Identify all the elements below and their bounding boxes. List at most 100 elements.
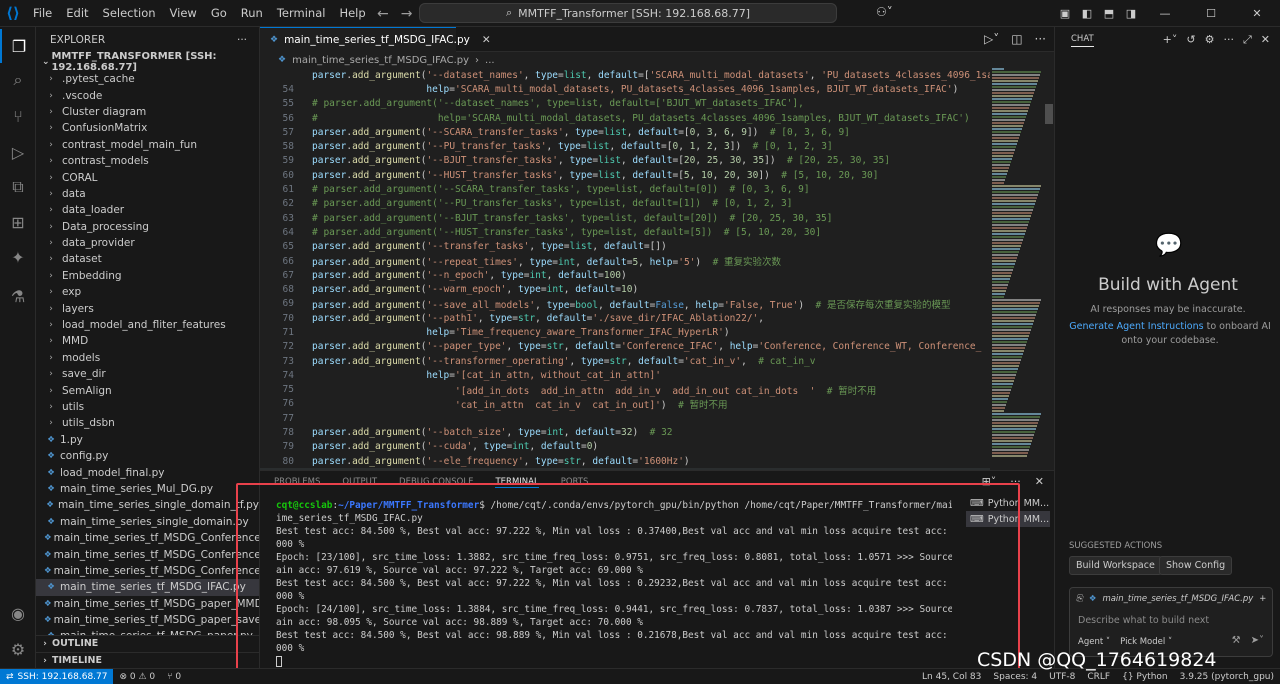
folder-item[interactable]: › SemAlign [36, 382, 259, 398]
code-line[interactable]: 75 '[add_in_dots add_in_attn add_in_v ad… [260, 383, 990, 397]
menu-item-help[interactable]: Help [332, 0, 372, 27]
minimap[interactable] [990, 68, 1044, 470]
menu-item-edit[interactable]: Edit [59, 0, 95, 27]
panel-tab-debug-console[interactable]: DEBUG CONSOLE [399, 477, 473, 487]
indentation[interactable]: Spaces: 4 [987, 672, 1043, 682]
mode-selector[interactable]: Agent ˅ [1078, 637, 1110, 647]
folder-item[interactable]: › Cluster diagram [36, 104, 259, 120]
more-actions-icon[interactable]: ··· [1223, 33, 1234, 47]
code-line[interactable]: 74 help='[cat_in_attn, without_cat_in_at… [260, 368, 990, 382]
editor-scrollbar[interactable] [1044, 68, 1054, 470]
code-line[interactable]: 62 # parser.add_argument('--PU_transfer_t… [260, 197, 990, 211]
command-center-search[interactable]: ⌕ MMTFF_Transformer [SSH: 192.168.68.77] [419, 3, 837, 23]
breadcrumb-symbol[interactable]: ... [485, 55, 495, 66]
settings-gear-icon[interactable]: ⚙ [1205, 33, 1215, 47]
folder-item[interactable]: › data_loader [36, 202, 259, 218]
back-arrow-icon[interactable]: ← [377, 6, 389, 22]
file-item[interactable]: ❖ load_model_final.py [36, 464, 259, 480]
close-tab-icon[interactable]: ✕ [482, 34, 491, 46]
code-line[interactable]: 72 parser.add_argument('--paper_type', ty… [260, 340, 990, 354]
search-icon[interactable]: ⌕ [0, 63, 36, 97]
chat-title-tab[interactable]: CHAT [1071, 34, 1094, 47]
language-mode[interactable]: {} Python [1116, 672, 1174, 682]
more-actions-icon[interactable]: ··· [1010, 475, 1021, 488]
toggle-secondary-sidebar-icon[interactable]: ◨ [1120, 7, 1142, 20]
code-line[interactable]: 57 parser.add_argument('--SCARA_transfer_… [260, 125, 990, 139]
testing-icon[interactable]: ⚗ [0, 279, 36, 313]
code-line[interactable]: 56 # help='SCARA_multi_modal_datasets, PU… [260, 111, 990, 125]
encoding[interactable]: UTF-8 [1043, 672, 1081, 682]
model-picker[interactable]: Pick Model ˅ [1120, 637, 1172, 647]
folder-item[interactable]: › dataset [36, 251, 259, 267]
folder-item[interactable]: › CORAL [36, 169, 259, 185]
terminal-instance[interactable]: ⌨ Python MM... [966, 495, 1050, 511]
folder-item[interactable]: › utils [36, 399, 259, 415]
panel-tab-output[interactable]: OUTPUT [342, 477, 377, 487]
folder-item[interactable]: › Data_processing [36, 219, 259, 235]
code-line[interactable]: 61 # parser.add_argument('--SCARA_transfe… [260, 182, 990, 196]
remote-indicator[interactable]: ⇄ SSH: 192.168.68.77 [0, 668, 114, 684]
folder-item[interactable]: › load_model_and_fliter_features [36, 317, 259, 333]
code-line[interactable]: 79 parser.add_argument('--cuda', type=int… [260, 440, 990, 454]
code-line[interactable]: 66 parser.add_argument('--repeat_times', … [260, 254, 990, 269]
folder-item[interactable]: › data_provider [36, 235, 259, 251]
folder-item[interactable]: › MMD [36, 333, 259, 349]
terminal-instance[interactable]: ⌨ Python MM... [966, 511, 1050, 527]
forward-arrow-icon[interactable]: → [401, 6, 413, 22]
file-item[interactable]: ❖ main_time_series_tf_MSDG_IFAC.py [36, 579, 259, 596]
terminal-output[interactable]: cqt@ccslab:~/Paper/MMTFF_Transformer$ /h… [276, 499, 952, 667]
chat-input-placeholder[interactable]: Describe what to build next [1078, 615, 1209, 626]
folder-item[interactable]: › contrast_model_main_fun [36, 137, 259, 153]
timeline-section[interactable]: › TIMELINE [36, 652, 259, 668]
more-actions-icon[interactable]: ··· [237, 34, 247, 46]
problems-indicator[interactable]: ⊗ 0 ⚠ 0 [113, 672, 161, 682]
menu-item-selection[interactable]: Selection [96, 0, 163, 27]
panel-tab-terminal[interactable]: TERMINAL [495, 477, 539, 488]
line-ending[interactable]: CRLF [1081, 672, 1116, 682]
menu-item-terminal[interactable]: Terminal [270, 0, 333, 27]
split-editor-icon[interactable]: ◫ [1011, 32, 1022, 46]
code-line[interactable]: 55 # parser.add_argument('--dataset_names… [260, 97, 990, 111]
editor-scrollbar-thumb[interactable] [1045, 104, 1053, 124]
code-line[interactable]: 73 parser.add_argument('--transformer_ope… [260, 354, 990, 368]
menu-item-go[interactable]: Go [204, 0, 234, 27]
panel-tab-problems[interactable]: PROBLEMS [274, 477, 320, 487]
chat-input-box[interactable]: ⎘ ❖ main_time_series_tf_MSDG_IFAC.py + D… [1069, 587, 1273, 657]
python-interpreter[interactable]: 3.9.25 (pytorch_gpu) [1174, 672, 1280, 682]
code-line[interactable]: 77 [260, 411, 990, 425]
folder-item[interactable]: › save_dir [36, 366, 259, 382]
folder-item[interactable]: › Embedding [36, 268, 259, 284]
code-line[interactable]: 71 help='Time_frequency_aware_Transforme… [260, 325, 990, 339]
account-icon[interactable]: ◉ [0, 596, 36, 630]
send-icon[interactable]: ➤˅ [1251, 635, 1264, 646]
code-line[interactable]: 54 help='SCARA_multi_modal_datasets, PU_… [260, 82, 990, 96]
tools-icon[interactable]: ⚒ [1232, 635, 1241, 646]
folder-item[interactable]: › .pytest_cache [36, 71, 259, 87]
copilot-icon[interactable]: ⚇˅ [876, 5, 893, 19]
code-line[interactable]: 69 parser.add_argument('--save_all_models… [260, 297, 990, 311]
menu-item-file[interactable]: File [26, 0, 59, 27]
new-chat-icon[interactable]: +˅ [1163, 33, 1178, 47]
code-editor[interactable]: parser.add_argument('--dataset_names', t… [260, 68, 990, 470]
explorer-icon[interactable]: ❐ [0, 29, 36, 63]
toggle-panel-icon[interactable]: ⬒ [1098, 7, 1120, 20]
folder-item[interactable]: › data [36, 186, 259, 202]
remote-explorer-icon[interactable]: ⧉ [0, 170, 36, 204]
chat-icon[interactable]: ✦ [0, 240, 36, 274]
code-line[interactable]: 59 parser.add_argument('--BJUT_transfer_t… [260, 154, 990, 168]
file-item[interactable]: ❖ main_time_series_single_domain_tf.py [36, 497, 259, 513]
layout-icon[interactable]: ▣ [1054, 7, 1076, 20]
extensions-icon[interactable]: ⊞ [0, 205, 36, 239]
file-item[interactable]: ❖ main_time_series_Mul_DG.py [36, 481, 259, 497]
breadcrumb-file[interactable]: main_time_series_tf_MSDG_IFAC.py [292, 55, 469, 66]
folder-item[interactable]: › exp [36, 284, 259, 300]
code-line[interactable]: 64 # parser.add_argument('--HUST_transfer… [260, 225, 990, 239]
panel-tab-ports[interactable]: PORTS [561, 477, 589, 487]
folder-item[interactable]: › utils_dsbn [36, 415, 259, 431]
run-icon[interactable]: ▷˅ [984, 32, 999, 46]
code-line[interactable]: 76 'cat_in_attn cat_in_v cat_in_out]') #… [260, 397, 990, 411]
maximize-icon[interactable]: ☐ [1188, 7, 1234, 20]
code-line[interactable]: 70 parser.add_argument('--path1', type=st… [260, 311, 990, 325]
run-debug-icon[interactable]: ▷ [0, 135, 36, 169]
minimize-icon[interactable]: — [1142, 7, 1188, 20]
